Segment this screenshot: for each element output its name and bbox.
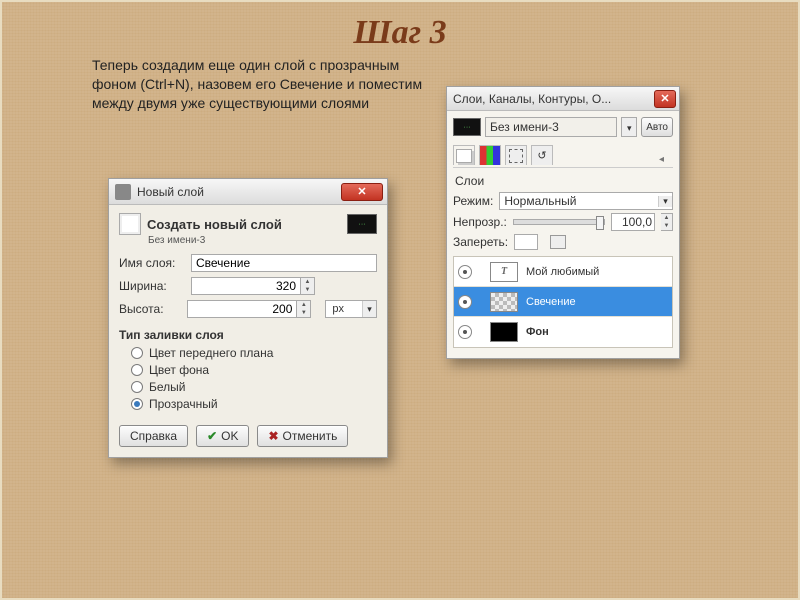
ok-button[interactable]: ✔OK: [196, 425, 249, 447]
dialog-image-name: Без имени-3: [148, 235, 377, 246]
close-icon[interactable]: ✕: [341, 183, 383, 201]
eye-icon[interactable]: [458, 295, 472, 309]
opacity-value[interactable]: 100,0: [611, 213, 655, 231]
width-label: Ширина:: [119, 279, 185, 293]
mode-label: Режим:: [453, 194, 493, 208]
width-input[interactable]: [191, 277, 301, 295]
layer-name-input[interactable]: [191, 254, 377, 272]
name-label: Имя слоя:: [119, 256, 185, 270]
image-select[interactable]: Без имени-3: [485, 117, 617, 137]
image-thumbnail: ···: [453, 118, 481, 136]
opacity-spinner[interactable]: ▲▼: [661, 213, 673, 231]
chevron-down-icon[interactable]: ▾: [621, 117, 637, 137]
height-spinner[interactable]: ▲▼: [297, 300, 311, 318]
dialog-heading: Создать новый слой: [147, 217, 282, 232]
fill-white-radio[interactable]: Белый: [131, 380, 377, 394]
tab-channels[interactable]: [479, 145, 501, 165]
tab-layers[interactable]: [453, 145, 475, 165]
layer-thumbnail: [490, 322, 518, 342]
close-icon[interactable]: ✕: [654, 90, 676, 108]
tab-undo-history[interactable]: ↺: [531, 145, 553, 165]
height-input[interactable]: [187, 300, 297, 318]
layer-list: T Мой любимый Свечение Фон: [453, 256, 673, 348]
lock-label: Запереть:: [453, 235, 508, 249]
height-label: Высота:: [119, 302, 181, 316]
fill-transparent-radio[interactable]: Прозрачный: [131, 397, 377, 411]
chevron-down-icon: ▾: [362, 301, 376, 317]
fill-background-radio[interactable]: Цвет фона: [131, 363, 377, 377]
layers-section-title: Слои: [455, 174, 673, 188]
lock-alpha-icon[interactable]: [550, 235, 566, 249]
new-layer-window-title: Новый слой: [137, 185, 341, 199]
new-layer-icon: [119, 213, 141, 235]
layer-thumbnail: T: [490, 262, 518, 282]
instructions-text: Теперь создадим еще один слой с прозрачн…: [92, 56, 432, 113]
chevron-down-icon: ▾: [658, 196, 672, 207]
layer-item[interactable]: Фон: [454, 317, 672, 347]
opacity-slider[interactable]: [513, 219, 605, 225]
eye-icon[interactable]: [458, 265, 472, 279]
new-layer-titlebar[interactable]: Новый слой ✕: [109, 179, 387, 205]
unit-select[interactable]: px▾: [325, 300, 377, 318]
layer-thumbnail: [490, 292, 518, 312]
page-title: Шаг 3: [2, 14, 798, 52]
gimp-icon: [115, 184, 131, 200]
layers-dock-title: Слои, Каналы, Контуры, О...: [453, 92, 654, 106]
cancel-button[interactable]: ✖Отменить: [257, 425, 348, 447]
width-spinner[interactable]: ▲▼: [301, 277, 315, 295]
layer-item[interactable]: Свечение: [454, 287, 672, 317]
layers-dock: Слои, Каналы, Контуры, О... ✕ ··· Без им…: [446, 86, 680, 359]
new-layer-dialog: Новый слой ✕ Создать новый слой ··· Без …: [108, 178, 388, 458]
tab-menu-icon[interactable]: ◂: [659, 154, 673, 165]
layer-item[interactable]: T Мой любимый: [454, 257, 672, 287]
layer-name-label: Фон: [526, 326, 549, 338]
layers-dock-titlebar[interactable]: Слои, Каналы, Контуры, О... ✕: [447, 87, 679, 111]
fill-foreground-radio[interactable]: Цвет переднего плана: [131, 346, 377, 360]
help-button[interactable]: Справка: [119, 425, 188, 447]
eye-icon[interactable]: [458, 325, 472, 339]
lock-pixels-toggle[interactable]: [514, 234, 538, 250]
mode-select[interactable]: Нормальный▾: [499, 192, 673, 210]
opacity-label: Непрозр.:: [453, 215, 507, 229]
fill-type-title: Тип заливки слоя: [119, 328, 377, 342]
image-thumbnail: ···: [347, 214, 377, 234]
layer-name-label: Свечение: [526, 296, 576, 308]
auto-button[interactable]: Авто: [641, 117, 673, 137]
tab-paths[interactable]: [505, 145, 527, 165]
layer-name-label: Мой любимый: [526, 266, 599, 278]
